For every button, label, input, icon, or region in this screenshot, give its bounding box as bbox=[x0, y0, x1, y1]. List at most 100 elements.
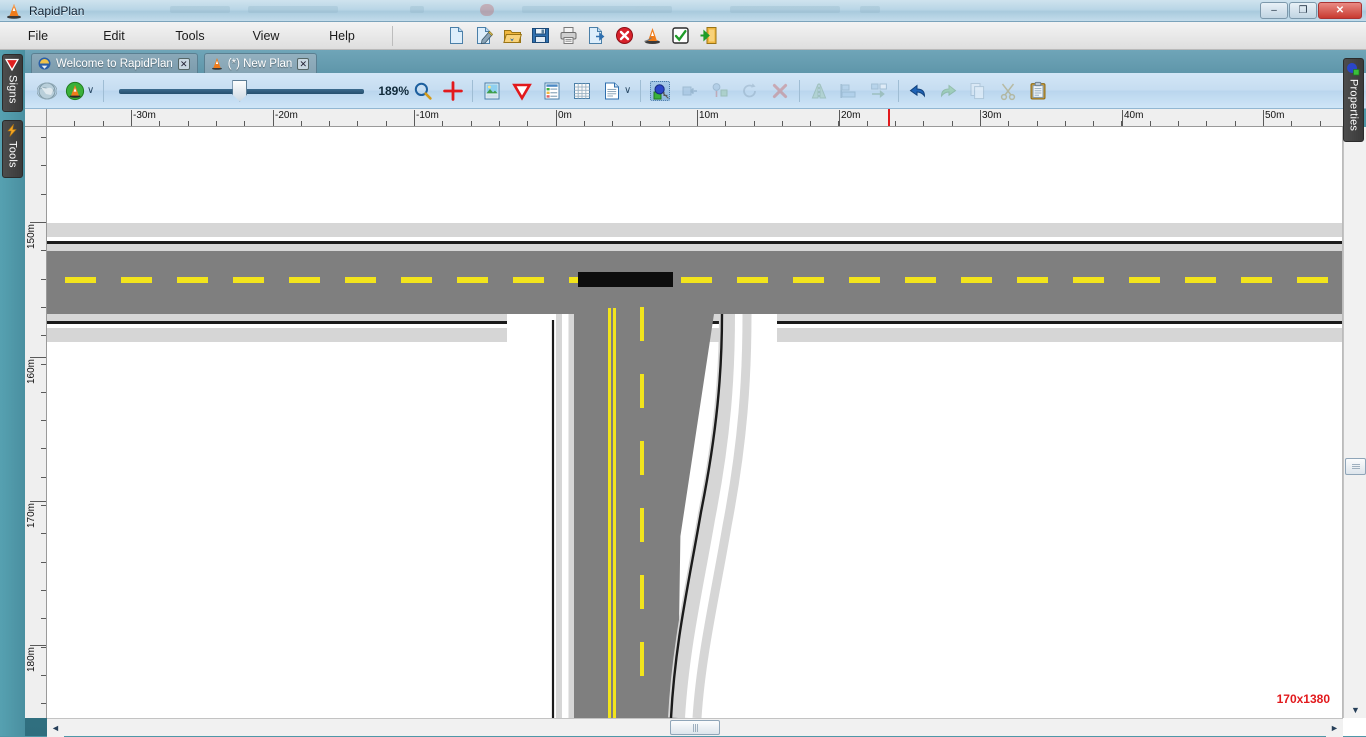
ruler-label: 30m bbox=[982, 110, 1002, 121]
table-grid-icon[interactable] bbox=[572, 81, 592, 101]
crosshair-red-icon[interactable] bbox=[443, 80, 463, 101]
ruler-label: 10m bbox=[699, 110, 719, 121]
median-barrier-selected[interactable] bbox=[578, 272, 673, 287]
traffic-cone-icon[interactable] bbox=[643, 26, 662, 45]
ruler-label: 170m bbox=[26, 503, 37, 529]
tab-new-plan[interactable]: (*) New Plan ✕ bbox=[203, 53, 318, 73]
plan-canvas[interactable]: 170x1380 bbox=[47, 127, 1343, 718]
traffic-cone-icon bbox=[6, 3, 22, 19]
group-icon bbox=[680, 81, 700, 101]
tab-new-plan-close-icon[interactable]: ✕ bbox=[297, 57, 310, 70]
ruler-tick bbox=[41, 618, 46, 619]
ruler-tick bbox=[499, 121, 500, 126]
plan-workspace: -30m -20m -10m 0m 10m 20m 30m 40m 50m 150m 160m 17… bbox=[25, 109, 1366, 737]
exit-door-icon[interactable] bbox=[699, 26, 718, 45]
ruler-label: -30m bbox=[133, 110, 156, 121]
ruler-label: 180m bbox=[26, 647, 37, 673]
checkbox-tick-icon[interactable] bbox=[671, 26, 690, 45]
cone-green-circle-icon[interactable] bbox=[65, 81, 85, 101]
menu-file[interactable]: File bbox=[0, 25, 76, 47]
ruler-tick bbox=[640, 121, 641, 126]
menu-separator bbox=[392, 25, 393, 46]
ruler-tick bbox=[74, 121, 75, 126]
align-icon bbox=[839, 81, 859, 101]
road-h-shoulder-top-outer bbox=[47, 223, 1342, 237]
horizontal-scrollbar[interactable]: ◄ ► bbox=[47, 718, 1343, 737]
zoom-magnifier-icon[interactable] bbox=[413, 81, 433, 101]
dock-tab-tools[interactable]: Tools bbox=[2, 120, 23, 178]
road-v-right-curve bbox=[667, 314, 777, 718]
ruler-tick bbox=[41, 335, 46, 336]
plan-objects-chevron-down-icon[interactable]: ∨ bbox=[87, 85, 94, 96]
scroll-down-arrow[interactable]: ▼ bbox=[1344, 701, 1366, 718]
new-document-icon[interactable] bbox=[447, 26, 466, 45]
tab-new-plan-label: (*) New Plan bbox=[227, 57, 293, 70]
horizontal-ruler: -30m -20m -10m 0m 10m 20m 30m 40m 50m bbox=[47, 109, 1343, 127]
ruler-tick bbox=[895, 121, 896, 126]
zoom-slider-thumb[interactable] bbox=[232, 79, 248, 102]
road-v-centerline-right bbox=[613, 308, 616, 718]
globe-icon[interactable] bbox=[37, 81, 57, 101]
road-h-centerline-dashes bbox=[47, 277, 1342, 284]
background-image-icon[interactable] bbox=[482, 81, 502, 101]
plan-toolbar: ∨ 189% ∨ bbox=[25, 73, 1366, 109]
notes-chevron-down-icon[interactable]: ∨ bbox=[624, 85, 631, 96]
scroll-right-arrow[interactable]: ► bbox=[1326, 719, 1343, 737]
ruler-tick bbox=[471, 121, 472, 126]
mirror-icon bbox=[809, 81, 829, 101]
ruler-major-tick bbox=[1122, 110, 1123, 126]
menu-help[interactable]: Help bbox=[304, 25, 380, 47]
menu-tools[interactable]: Tools bbox=[152, 25, 228, 47]
ruler-tick bbox=[1235, 121, 1236, 126]
ruler-tick bbox=[41, 675, 46, 676]
grip-line bbox=[1351, 468, 1360, 469]
ruler-tick bbox=[612, 121, 613, 126]
menu-view[interactable]: View bbox=[228, 25, 304, 47]
restore-button[interactable]: ❐ bbox=[1289, 2, 1317, 19]
dock-tab-properties[interactable]: Properties bbox=[1343, 58, 1364, 142]
scroll-left-arrow[interactable]: ◄ bbox=[47, 719, 64, 737]
document-tabstrip: Welcome to RapidPlan ✕ (*) New Plan ✕ ⌐ bbox=[25, 50, 1366, 73]
undo-icon[interactable] bbox=[908, 81, 928, 101]
open-folder-icon[interactable] bbox=[503, 26, 522, 45]
vertical-scrollbar[interactable]: ▲ ▼ bbox=[1343, 127, 1366, 718]
grip-line bbox=[696, 723, 698, 732]
redo-icon bbox=[938, 81, 958, 101]
window-controls[interactable]: – ❐ ✕ bbox=[1260, 2, 1362, 19]
tab-welcome-close-icon[interactable]: ✕ bbox=[177, 57, 190, 70]
ruler-tick bbox=[1320, 121, 1321, 126]
ruler-major-tick bbox=[30, 501, 46, 502]
legend-list-icon[interactable] bbox=[542, 81, 562, 101]
horizontal-scrollbar-thumb[interactable] bbox=[670, 720, 720, 735]
ruler-major-tick bbox=[980, 110, 981, 126]
ruler-tick bbox=[41, 307, 46, 308]
toolbar-separator bbox=[898, 79, 900, 102]
ruler-tick bbox=[41, 562, 46, 563]
ruler-tick bbox=[301, 121, 302, 126]
dock-tab-signs-label: Signs bbox=[6, 75, 19, 104]
road-v-left-curve bbox=[507, 314, 579, 718]
notes-page-icon[interactable] bbox=[602, 81, 622, 101]
vertical-scrollbar-thumb[interactable] bbox=[1345, 458, 1366, 475]
zoom-slider[interactable] bbox=[119, 79, 365, 102]
paste-clipboard-icon[interactable] bbox=[1028, 81, 1048, 101]
menu-edit[interactable]: Edit bbox=[76, 25, 152, 47]
ruler-tick bbox=[782, 121, 783, 126]
export-document-icon[interactable] bbox=[587, 26, 606, 45]
tab-welcome-to-rapidplan[interactable]: Welcome to RapidPlan ✕ bbox=[31, 53, 198, 73]
yield-sign-icon[interactable] bbox=[512, 81, 532, 101]
minimize-button[interactable]: – bbox=[1260, 2, 1288, 19]
select-object-icon[interactable] bbox=[650, 80, 671, 101]
close-button[interactable]: ✕ bbox=[1318, 2, 1362, 19]
ruler-tick bbox=[952, 121, 953, 126]
dock-tab-signs[interactable]: Signs bbox=[2, 54, 23, 112]
new-from-template-icon[interactable] bbox=[475, 26, 494, 45]
ruler-tick bbox=[41, 533, 46, 534]
print-icon[interactable] bbox=[559, 26, 578, 45]
title-bar: RapidPlan – ❐ ✕ bbox=[0, 0, 1366, 22]
close-red-x-icon[interactable] bbox=[615, 26, 634, 45]
save-floppy-icon[interactable] bbox=[531, 26, 550, 45]
ruler-tick bbox=[41, 703, 46, 704]
ruler-tick bbox=[386, 121, 387, 126]
ruler-major-tick bbox=[697, 110, 698, 126]
